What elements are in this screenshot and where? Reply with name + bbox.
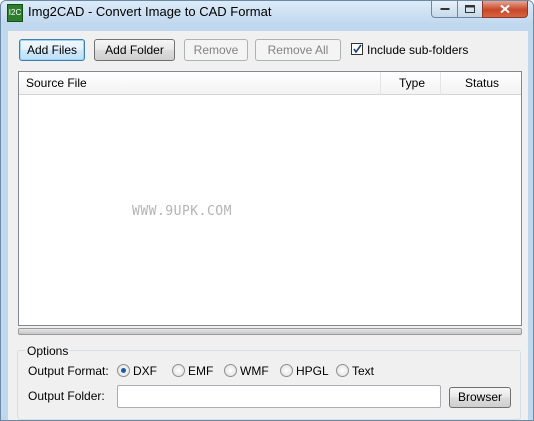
minimize-button[interactable] xyxy=(431,1,458,18)
app-window: I2C Img2CAD - Convert Image to CAD Forma… xyxy=(0,0,534,421)
radio-text[interactable] xyxy=(336,364,349,377)
splitter-bar[interactable] xyxy=(18,328,522,335)
radio-hpgl[interactable] xyxy=(280,364,293,377)
radio-wmf[interactable] xyxy=(224,364,237,377)
radio-emf[interactable] xyxy=(172,364,185,377)
browser-button[interactable]: Browser xyxy=(449,387,511,408)
remove-button[interactable]: Remove xyxy=(184,39,248,61)
output-folder-label: Output Folder: xyxy=(28,389,105,403)
output-format-label: Output Format: xyxy=(28,364,109,378)
output-folder-input[interactable] xyxy=(117,385,441,408)
include-subfolders-label[interactable]: Include sub-folders xyxy=(367,43,468,57)
radio-emf-label[interactable]: EMF xyxy=(188,364,213,378)
title-bar[interactable]: I2C Img2CAD - Convert Image to CAD Forma… xyxy=(1,1,533,23)
radio-text-label[interactable]: Text xyxy=(352,364,374,378)
app-icon: I2C xyxy=(7,4,23,22)
radio-dxf-label[interactable]: DXF xyxy=(133,364,157,378)
include-subfolders-checkbox[interactable] xyxy=(351,43,363,55)
radio-hpgl-label[interactable]: HPGL xyxy=(296,364,329,378)
add-folder-button[interactable]: Add Folder xyxy=(94,39,175,61)
radio-wmf-label[interactable]: WMF xyxy=(240,364,269,378)
options-group-title: Options xyxy=(25,344,71,358)
radio-dxf[interactable] xyxy=(117,364,130,377)
window-title: Img2CAD - Convert Image to CAD Format xyxy=(28,4,272,19)
column-header-source-file[interactable]: Source File xyxy=(19,72,381,95)
checkmark-icon xyxy=(353,44,362,54)
file-list[interactable]: Source File Type Status WWW.9UPK.COM xyxy=(18,71,522,326)
maximize-icon xyxy=(465,5,475,13)
watermark-text: WWW.9UPK.COM xyxy=(132,204,232,219)
close-icon xyxy=(500,4,510,14)
radio-selected-dot xyxy=(121,368,126,373)
main-panel: Add Files Add Folder Remove Remove All I… xyxy=(8,31,528,420)
close-button[interactable] xyxy=(482,1,528,18)
minimize-icon xyxy=(440,8,449,10)
add-files-button[interactable]: Add Files xyxy=(19,39,85,61)
column-header-type[interactable]: Type xyxy=(381,72,441,95)
maximize-button[interactable] xyxy=(457,1,483,18)
remove-all-button[interactable]: Remove All xyxy=(255,39,341,61)
column-header-status[interactable]: Status xyxy=(441,72,521,95)
